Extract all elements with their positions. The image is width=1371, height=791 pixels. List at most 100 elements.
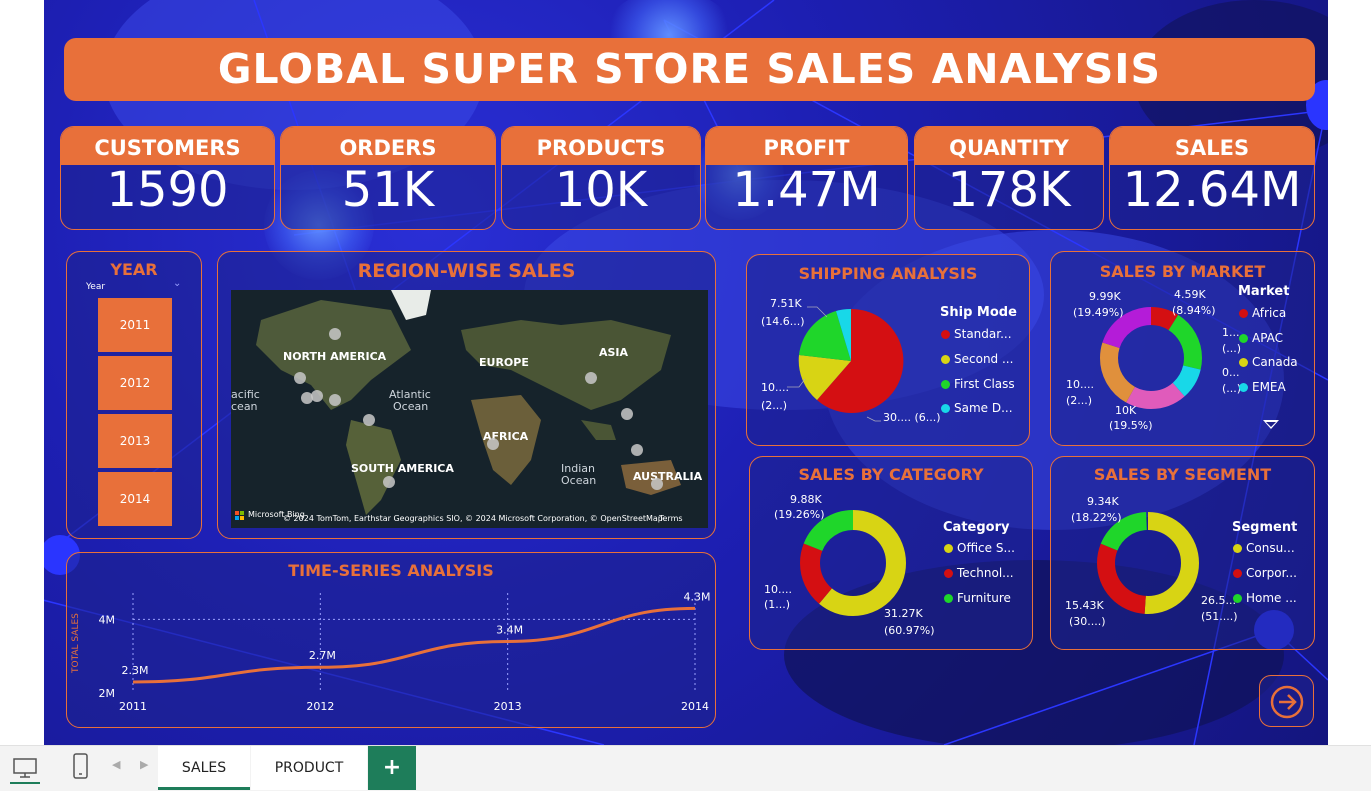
year-option-2011[interactable]: 2011 — [98, 298, 172, 352]
category-label: 9.88K — [790, 493, 822, 506]
timeseries-panel: TIME-SERIES ANALYSIS TOTAL SALES 4M 2M 201… — [66, 552, 716, 728]
map-bubble[interactable] — [363, 414, 375, 426]
legend-item[interactable]: Furniture — [944, 591, 1011, 605]
market-donut-chart — [1100, 307, 1202, 409]
x-tick-label: 2014 — [681, 700, 709, 713]
kpi-products-card: PRODUCTS 10K — [501, 126, 701, 230]
legend-item[interactable]: APAC — [1239, 331, 1283, 345]
kpi-value: 12.64M — [1122, 162, 1302, 218]
legend-item[interactable]: First Class — [941, 377, 1015, 391]
report-page: GLOBAL SUPER STORE SALES ANALYSIS CUSTOM… — [44, 0, 1328, 745]
arrow-right-circle-icon — [1270, 685, 1304, 719]
map-bubble[interactable] — [311, 390, 323, 402]
kpi-label: ORDERS — [281, 127, 495, 165]
kpi-label: SALES — [1110, 127, 1314, 165]
shipping-label: 30.... (6...) — [883, 411, 941, 424]
y-tick-label: 4M — [99, 613, 116, 626]
kpi-customers-card: CUSTOMERS 1590 — [60, 126, 275, 230]
timeseries-chart: 4M 2M2011 2012 2013 2014 2.3M 2.7M 3.4M 4.3M — [99, 590, 711, 713]
map-bubble[interactable] — [631, 444, 643, 456]
legend-item[interactable]: Corpor... — [1233, 566, 1297, 580]
shipping-label: 7.51K — [770, 297, 802, 310]
shipping-label: 10.... — [761, 381, 789, 394]
year-option-2014[interactable]: 2014 — [98, 472, 172, 526]
segment-label: (18.22%) — [1071, 511, 1122, 524]
x-tick-label: 2011 — [119, 700, 147, 713]
kpi-value: 10K — [554, 162, 648, 218]
market-panel: SALES BY MARKET 9.99K (19.49%) 4.59K (8.… — [1050, 251, 1315, 446]
market-label: 10.... — [1066, 378, 1094, 391]
market-label: 4.59K — [1174, 288, 1206, 301]
map-bubble[interactable] — [329, 394, 341, 406]
map-label-pacific-ocean: cean — [231, 400, 258, 413]
year-slicer-title: YEAR — [110, 260, 158, 279]
map-label-north-america: NORTH AMERICA — [283, 350, 387, 363]
legend-item[interactable]: EMEA — [1239, 380, 1286, 394]
scroll-left-icon[interactable]: ◀ — [112, 758, 120, 771]
legend-item[interactable]: Africa — [1239, 306, 1286, 320]
segment-label: (30....) — [1069, 615, 1106, 628]
add-page-button[interactable]: + — [368, 746, 416, 790]
map-bubble[interactable] — [294, 372, 306, 384]
legend-item[interactable]: Same D... — [941, 401, 1013, 415]
legend-item[interactable]: Canada — [1239, 355, 1298, 369]
legend-item[interactable]: Standar... — [941, 327, 1012, 341]
map-terms-link[interactable]: Terms — [659, 514, 683, 523]
tab-sales[interactable]: SALES — [158, 746, 250, 790]
desktop-view-icon[interactable] — [10, 754, 40, 784]
next-page-button[interactable] — [1259, 675, 1314, 727]
segment-label: 26.5... — [1201, 594, 1236, 607]
legend-item[interactable]: Office S... — [944, 541, 1015, 555]
map-view[interactable]: NORTH AMERICA EUROPE ASIA AFRICA SOUTH A… — [231, 290, 708, 528]
year-option-2013[interactable]: 2013 — [98, 414, 172, 468]
legend-item[interactable]: Second ... — [941, 352, 1013, 366]
category-label: 10.... — [764, 583, 792, 596]
map-label-atlantic-ocean: Ocean — [393, 400, 429, 413]
region-map-panel: REGION-WISE SALES NORTH AMERICA EUROPE A… — [217, 251, 716, 539]
category-label: 31.27K — [884, 607, 923, 620]
map-bubble[interactable] — [585, 372, 597, 384]
category-label: (1...) — [764, 598, 791, 611]
year-slicer: YEAR Year ⌄ 2011 2012 2013 2014 — [66, 251, 202, 539]
map-bubble[interactable] — [329, 328, 341, 340]
chevron-down-icon[interactable]: ⌄ — [173, 278, 181, 289]
legend-item[interactable]: Home ... — [1233, 591, 1297, 605]
market-label: 9.99K — [1089, 290, 1121, 303]
mobile-view-icon[interactable] — [70, 752, 92, 782]
legend-item[interactable]: Technol... — [944, 566, 1014, 580]
kpi-profit-card: PROFIT 1.47M — [705, 126, 908, 230]
year-option-2012[interactable]: 2012 — [98, 356, 172, 410]
data-label: 4.3M — [684, 590, 711, 603]
map-label-europe: EUROPE — [479, 356, 529, 369]
map-label-asia: ASIA — [599, 346, 629, 359]
map-bubble[interactable] — [487, 438, 499, 450]
legend-item[interactable]: Consu... — [1233, 541, 1295, 555]
map-label-south-america: SOUTH AMERICA — [351, 462, 454, 475]
segment-label: (51....) — [1201, 610, 1238, 623]
x-tick-label: 2013 — [494, 700, 522, 713]
market-label: 1... — [1222, 326, 1240, 339]
market-legend-title: Market — [1238, 284, 1290, 299]
market-label: 0... — [1222, 366, 1240, 379]
segment-legend-title: Segment — [1232, 520, 1298, 535]
kpi-label: PROFIT — [706, 127, 907, 165]
market-label: (8.94%) — [1172, 304, 1216, 317]
map-bubble[interactable] — [621, 408, 633, 420]
map-title: REGION-WISE SALES — [357, 260, 576, 282]
data-label: 3.4M — [496, 623, 523, 636]
category-label: (60.97%) — [884, 624, 935, 637]
category-panel: SALES BY CATEGORY 9.88K (19.26%) 10.... … — [749, 456, 1033, 650]
map-bubble[interactable] — [383, 476, 395, 488]
year-field-label: Year — [86, 282, 106, 292]
kpi-value: 1590 — [106, 162, 229, 218]
kpi-sales-card: SALES 12.64M — [1109, 126, 1315, 230]
market-label: (2...) — [1066, 394, 1093, 407]
tab-product[interactable]: PRODUCT — [251, 746, 367, 790]
scroll-right-icon[interactable]: ▶ — [140, 758, 148, 771]
segment-panel: SALES BY SEGMENT 9.34K (18.22%) 15.43K (… — [1050, 456, 1315, 650]
ship-mode-legend-title: Ship Mode — [940, 305, 1017, 320]
page-tab-bar: ◀ ▶ SALES PRODUCT + — [0, 745, 1371, 791]
map-attribution[interactable]: © 2024 TomTom, Earthstar Geographics SIO… — [283, 514, 663, 523]
map-bubble[interactable] — [651, 478, 663, 490]
market-label: (19.49%) — [1073, 306, 1124, 319]
